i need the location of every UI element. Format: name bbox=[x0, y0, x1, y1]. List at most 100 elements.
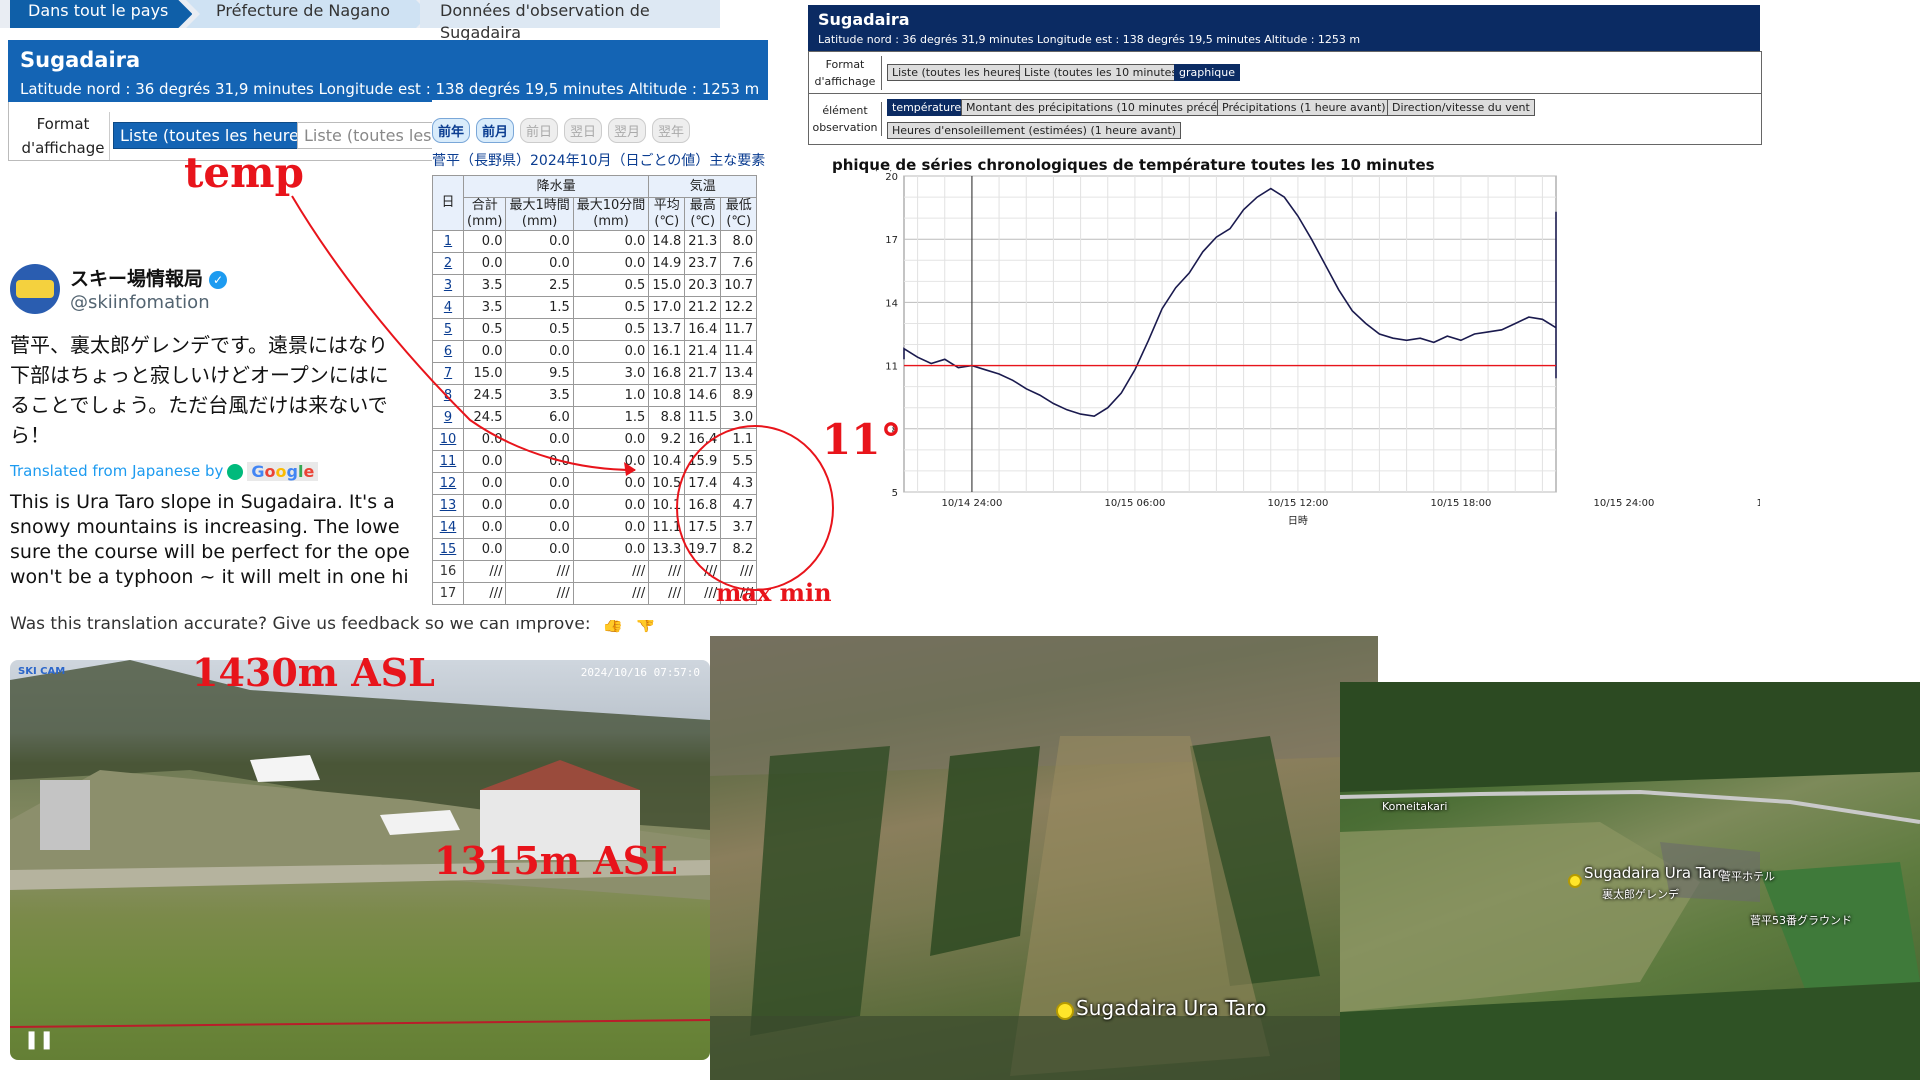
table-cell: 13.7 bbox=[648, 318, 686, 341]
graph-element-label: élément observation bbox=[809, 102, 882, 136]
day-link[interactable]: 11 bbox=[432, 450, 464, 473]
table-row: 9 24.5 6.0 1.5 8.8 11.5 3.0 bbox=[432, 406, 758, 429]
table-cell: /// bbox=[462, 560, 507, 583]
day-link[interactable]: 4 bbox=[432, 296, 464, 319]
table-cell: 4.7 bbox=[720, 494, 758, 517]
table-cell: 11.4 bbox=[720, 340, 758, 363]
table-cell: 7.6 bbox=[720, 252, 758, 275]
day-link[interactable]: 10 bbox=[432, 428, 464, 451]
google-logo: Google bbox=[247, 462, 319, 481]
day-link[interactable]: 8 bbox=[432, 384, 464, 407]
table-cell: 24.5 bbox=[462, 384, 507, 407]
table-row: 2 0.0 0.0 0.0 14.9 23.7 7.6 bbox=[432, 252, 758, 275]
breadcrumb-country[interactable]: Dans tout le pays bbox=[10, 0, 192, 28]
table-cell: /// bbox=[505, 560, 574, 583]
table-cell: 0.0 bbox=[572, 472, 650, 495]
map-pin-icon[interactable] bbox=[1056, 1002, 1074, 1020]
graph-station-name: Sugadaira bbox=[818, 10, 910, 29]
breadcrumb: Dans tout le pays Préfecture de Nagano D… bbox=[0, 0, 720, 42]
tweet-handle[interactable]: @skiinfomation bbox=[70, 292, 210, 313]
table-row: 16////////////////// bbox=[432, 560, 758, 583]
col-sub-header: 最高 (℃) bbox=[684, 197, 722, 231]
translation-credit[interactable]: Translated from Japanese by Google bbox=[10, 462, 319, 481]
table-cell: 0.0 bbox=[462, 494, 507, 517]
table-cell: 0.0 bbox=[462, 252, 507, 275]
nav-prev-month[interactable]: 前月 bbox=[476, 118, 515, 143]
nav-next-month[interactable]: 翌月 bbox=[608, 118, 647, 143]
day-link[interactable]: 9 bbox=[432, 406, 464, 429]
map-label-ura-taro-2: Sugadaira Ura Taro bbox=[1584, 864, 1727, 882]
graph-tab-10min[interactable]: Liste (toutes les 10 minutes) bbox=[1019, 64, 1187, 81]
graph-tab-hourly[interactable]: Liste (toutes les heures) bbox=[887, 64, 1030, 81]
table-cell: 14.9 bbox=[648, 252, 686, 275]
tweet-author[interactable]: スキー場情報局 ✓ bbox=[70, 264, 228, 291]
graph-element-row: élément observation température Montant … bbox=[808, 93, 1762, 145]
graph-station-header: Sugadaira Latitude nord : 36 degrés 31,9… bbox=[808, 5, 1760, 51]
col-group-precip: 降水量 bbox=[462, 175, 650, 198]
annotation-asl-1430: 1430m ASL bbox=[192, 650, 435, 695]
table-cell: 0.0 bbox=[572, 516, 650, 539]
table-cell: 16.4 bbox=[684, 428, 722, 451]
table-cell: 10.8 bbox=[648, 384, 686, 407]
table-cell: 8.9 bbox=[720, 384, 758, 407]
table-cell: 16.1 bbox=[648, 340, 686, 363]
day-link[interactable]: 12 bbox=[432, 472, 464, 495]
nav-prev-day[interactable]: 前日 bbox=[520, 118, 559, 143]
day-link[interactable]: 5 bbox=[432, 318, 464, 341]
daily-table-panel: 前年 前月 前日 翌日 翌月 翌年 菅平（長野県）2024年10月（日ごとの値）… bbox=[432, 100, 832, 620]
breadcrumb-prefecture[interactable]: Préfecture de Nagano bbox=[186, 0, 430, 28]
map-pin-icon-2[interactable] bbox=[1568, 874, 1582, 888]
day-link[interactable]: 3 bbox=[432, 274, 464, 297]
y-tick-label: 20 bbox=[885, 172, 898, 183]
table-cell: 3.0 bbox=[720, 406, 758, 429]
hourly-list-button[interactable]: Liste (toutes les heures) bbox=[113, 122, 321, 149]
map-label-komeitakari: Komeitakari bbox=[1382, 800, 1448, 813]
x-axis-label: 日時 bbox=[1288, 515, 1308, 527]
table-row: 14 0.0 0.0 0.0 11.1 17.5 3.7 bbox=[432, 516, 758, 539]
element-tab-temperature[interactable]: température bbox=[887, 99, 967, 116]
table-cell: 9.2 bbox=[648, 428, 686, 451]
nav-prev-year[interactable]: 前年 bbox=[432, 118, 471, 143]
element-tab-precip-1h[interactable]: Précipitations (1 heure avant) bbox=[1217, 99, 1391, 116]
y-tick-label: 17 bbox=[885, 235, 898, 246]
nav-next-year[interactable]: 翌年 bbox=[652, 118, 691, 143]
table-cell: 0.0 bbox=[505, 450, 574, 473]
tweet-japanese-text: 菅平、裏太郎ゲレンデです。遠景にはなり 下部はちょっと寂しいけどオープンにはに … bbox=[10, 333, 389, 447]
element-tab-sunshine[interactable]: Heures d'ensoleillement (estimées) (1 he… bbox=[887, 122, 1182, 139]
table-cell: 0.0 bbox=[572, 450, 650, 473]
element-tab-wind[interactable]: Direction/vitesse du vent bbox=[1387, 99, 1535, 116]
day-link[interactable]: 15 bbox=[432, 538, 464, 561]
day-link[interactable]: 2 bbox=[432, 252, 464, 275]
table-cell: /// bbox=[572, 560, 650, 583]
day-link[interactable]: 6 bbox=[432, 340, 464, 363]
table-cell: 21.7 bbox=[684, 362, 722, 385]
table-cell: 17.4 bbox=[684, 472, 722, 495]
day-link[interactable]: 1 bbox=[432, 230, 464, 253]
aerial-view-1: Sugadaira Ura Taro bbox=[710, 636, 1378, 1080]
y-tick-label: 5 bbox=[892, 488, 898, 499]
table-cell: 15.0 bbox=[648, 274, 686, 297]
col-sub-header: 平均 (℃) bbox=[648, 197, 686, 231]
graph-station-coords: Latitude nord : 36 degrés 31,9 minutes L… bbox=[818, 33, 1361, 46]
table-cell: 21.2 bbox=[684, 296, 722, 319]
table-cell: /// bbox=[648, 560, 686, 583]
table-row: 1 0.0 0.0 0.0 14.8 21.3 8.0 bbox=[432, 230, 758, 253]
avatar[interactable] bbox=[10, 264, 60, 314]
day-link[interactable]: 13 bbox=[432, 494, 464, 517]
play-pause-icon[interactable]: ❚❚ bbox=[24, 1029, 54, 1050]
table-cell: 3.7 bbox=[720, 516, 758, 539]
table-row: 4 3.5 1.5 0.5 17.0 21.2 12.2 bbox=[432, 296, 758, 319]
y-axis-label: (℃) bbox=[874, 170, 893, 173]
table-cell: 13.4 bbox=[720, 362, 758, 385]
graph-tab-graph[interactable]: graphique bbox=[1174, 64, 1240, 81]
aerial-view-2: Komeitakari Sugadaira Ura Taro 菅平ホテル 裏太郎… bbox=[1340, 682, 1920, 1080]
day-link[interactable]: 7 bbox=[432, 362, 464, 385]
table-cell: 0.5 bbox=[505, 318, 574, 341]
col-sub-header: 最大1時間 (mm) bbox=[505, 197, 574, 231]
check-icon bbox=[227, 463, 244, 480]
tweet-author-name: スキー場情報局 bbox=[70, 268, 204, 290]
table-cell: 0.0 bbox=[505, 516, 574, 539]
day-link[interactable]: 14 bbox=[432, 516, 464, 539]
nav-next-day[interactable]: 翌日 bbox=[564, 118, 603, 143]
table-cell: 0.0 bbox=[572, 252, 650, 275]
